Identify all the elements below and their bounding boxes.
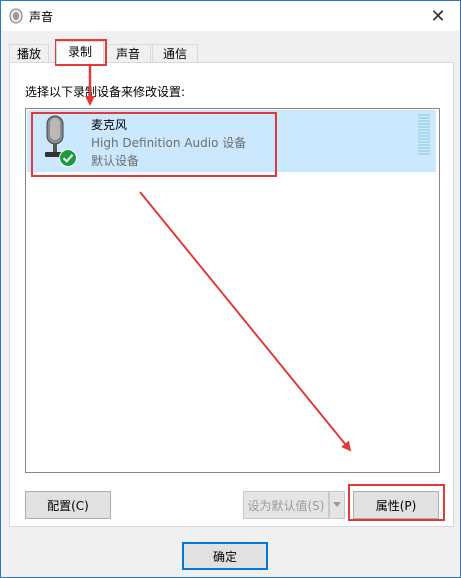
- chevron-down-icon: [333, 502, 341, 507]
- close-icon: ✕: [430, 5, 446, 27]
- tab-communications[interactable]: 通信: [152, 44, 198, 63]
- sound-dialog: 声音 ✕ 播放 录制 声音 通信 选择以下录制设备来修改设置: 麦克风 High…: [0, 0, 461, 578]
- device-status: 默认设备: [91, 154, 140, 168]
- set-default-button[interactable]: 设为默认值(S): [243, 491, 329, 519]
- device-name: 麦克风: [91, 118, 128, 132]
- device-item-microphone[interactable]: 麦克风 High Definition Audio 设备 默认设备: [27, 110, 436, 172]
- ok-button[interactable]: 确定: [182, 542, 268, 570]
- configure-button[interactable]: 配置(C): [25, 491, 111, 519]
- device-list[interactable]: 麦克风 High Definition Audio 设备 默认设备: [25, 108, 440, 473]
- tab-playback[interactable]: 播放: [9, 44, 49, 63]
- set-default-dropdown[interactable]: [329, 491, 345, 519]
- properties-button[interactable]: 属性(P): [353, 491, 439, 519]
- tab-sounds[interactable]: 声音: [105, 44, 151, 63]
- title-bar: 声音 ✕: [1, 1, 460, 31]
- speaker-app-icon: [9, 8, 23, 24]
- close-button[interactable]: ✕: [416, 1, 460, 31]
- tab-panel: 选择以下录制设备来修改设置: 麦克风 High Definition Audio…: [9, 62, 454, 527]
- instruction-text: 选择以下录制设备来修改设置:: [25, 85, 186, 99]
- level-meter: [418, 114, 430, 156]
- tab-recording[interactable]: 录制: [56, 41, 104, 64]
- device-description: High Definition Audio 设备: [91, 136, 247, 150]
- default-check-icon: [59, 149, 77, 167]
- window-title: 声音: [29, 10, 54, 24]
